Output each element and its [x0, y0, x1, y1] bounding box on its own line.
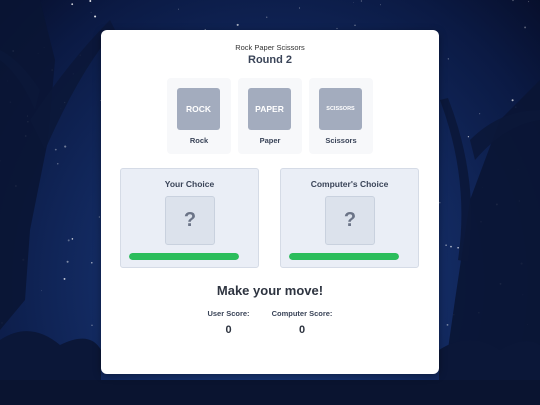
paper-option[interactable]: PAPER Paper — [238, 78, 302, 154]
star — [447, 58, 449, 60]
computer-progress-track — [289, 253, 399, 260]
user-progress-track — [129, 253, 239, 260]
star — [528, 1, 530, 3]
star — [54, 148, 57, 151]
star — [98, 216, 100, 218]
star — [446, 323, 449, 326]
user-choice-display: ? — [165, 196, 215, 245]
paper-label: Paper — [259, 136, 281, 145]
rock-tile: ROCK — [177, 88, 220, 130]
game-title: Rock Paper Scissors — [235, 43, 305, 52]
scissors-tile: SCISSORS — [319, 88, 362, 130]
star — [457, 247, 459, 249]
computer-choice-display: ? — [325, 196, 375, 245]
star — [89, 0, 92, 2]
star — [353, 2, 354, 3]
star — [266, 16, 268, 18]
paper-tile: PAPER — [248, 88, 291, 130]
star — [524, 26, 527, 29]
star — [360, 0, 362, 2]
computer-choice-title: Computer's Choice — [310, 179, 389, 189]
status-message: Make your move! — [216, 283, 324, 298]
star — [90, 11, 92, 13]
computer-score-value: 0 — [298, 324, 306, 336]
scissors-label: Scissors — [325, 136, 357, 145]
computer-choice-panel: Computer's Choice ? — [280, 168, 419, 268]
star — [91, 324, 93, 326]
star — [298, 7, 301, 9]
star — [336, 27, 338, 30]
star — [380, 4, 381, 6]
star — [450, 245, 452, 248]
star — [94, 15, 97, 18]
star — [479, 113, 481, 115]
star — [354, 24, 356, 26]
computer-progress-bar — [289, 253, 399, 260]
star — [236, 23, 239, 26]
rock-label: Rock — [189, 136, 209, 145]
rock-option[interactable]: ROCK Rock — [167, 78, 231, 154]
star — [71, 238, 74, 240]
star — [439, 201, 441, 204]
star — [64, 145, 67, 148]
user-choice-panel: Your Choice ? — [120, 168, 259, 268]
star — [511, 99, 514, 102]
star — [467, 136, 470, 138]
star — [67, 239, 70, 242]
star — [512, 0, 514, 2]
round-indicator: Round 2 — [248, 54, 292, 66]
computer-score-label: Computer Score: — [271, 309, 333, 318]
scissors-option[interactable]: SCISSORS Scissors — [309, 78, 373, 154]
star — [445, 244, 447, 246]
star — [91, 261, 93, 264]
user-progress-bar — [129, 253, 239, 260]
star — [57, 163, 59, 165]
star — [71, 3, 74, 6]
user-score-value: 0 — [225, 324, 232, 336]
game-card: Rock Paper Scissors Round 2 ROCK Rock PA… — [101, 30, 439, 374]
user-score-label: User Score: — [207, 309, 250, 318]
star — [66, 260, 69, 263]
star — [63, 277, 66, 280]
star — [41, 290, 43, 292]
user-choice-title: Your Choice — [164, 179, 215, 189]
star — [178, 8, 179, 10]
